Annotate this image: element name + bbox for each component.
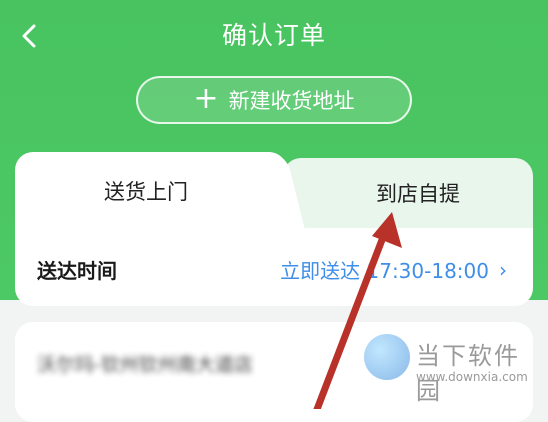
watermark-logo-icon <box>364 334 410 380</box>
tab-store-pickup[interactable]: 到店自提 <box>283 158 533 228</box>
watermark-url: www.downxia.com <box>416 370 528 384</box>
delivery-time-row[interactable]: 送达时间 立即送达 17:30-18:00 › <box>15 228 533 306</box>
page-title: 确认订单 <box>221 21 326 50</box>
tab-store-pickup-label: 到店自提 <box>376 182 460 206</box>
delivery-time-label: 送达时间 <box>37 259 117 283</box>
tab-home-delivery[interactable]: 送货上门 <box>15 152 287 230</box>
watermark: 当下软件园 www.downxia.com <box>364 330 544 405</box>
plus-icon: + <box>193 80 219 116</box>
tab-home-delivery-label: 送货上门 <box>104 180 188 204</box>
new-address-button[interactable]: + 新建收货地址 <box>136 76 412 124</box>
delivery-time-text: 立即送达 17:30-18:00 <box>280 259 489 283</box>
delivery-method-tabs: 到店自提 送货上门 <box>15 152 533 230</box>
new-address-label: 新建收货地址 <box>228 89 355 113</box>
store-address-text: 沃尔玛-钦州钦州南大道店 <box>37 354 253 376</box>
delivery-time-value[interactable]: 立即送达 17:30-18:00 › <box>280 255 507 284</box>
chevron-right-icon: › <box>499 257 507 282</box>
